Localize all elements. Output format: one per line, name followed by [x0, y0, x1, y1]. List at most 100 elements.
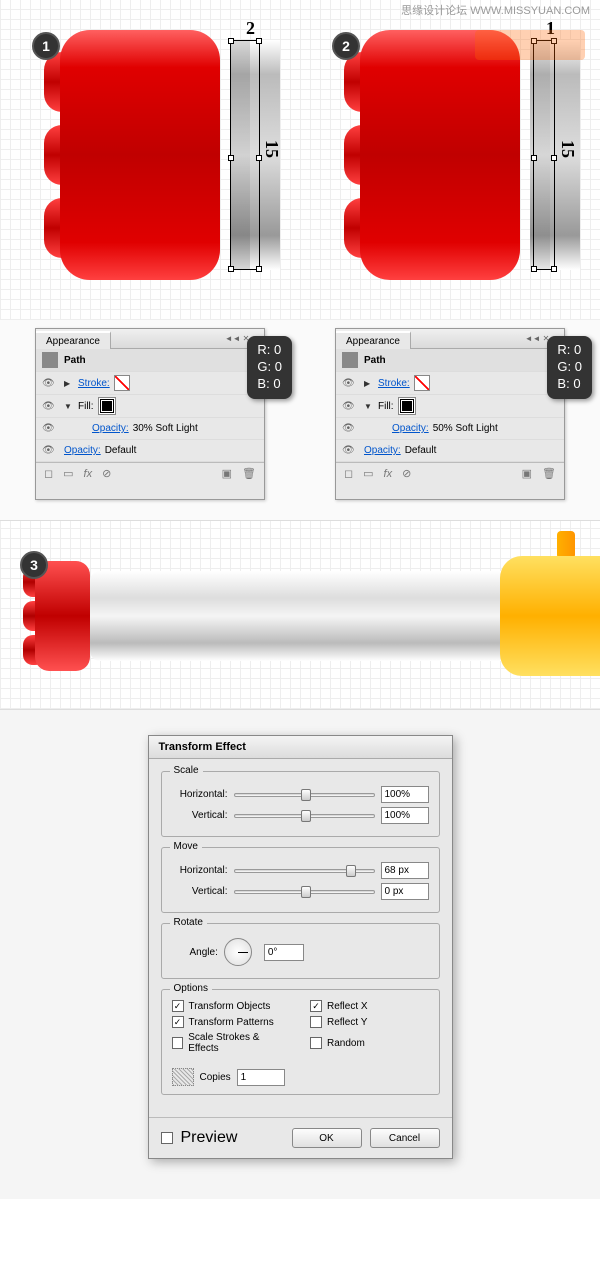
watermark-text: 思缘设计论坛 WWW.MISSYUAN.COM — [401, 2, 590, 18]
chk-scale-strokes[interactable] — [172, 1037, 184, 1049]
opacity-default: Default — [105, 445, 137, 456]
canvas-1: 1 2 15 — [0, 0, 300, 320]
rgb-tooltip-1: R: 0G: 0B: 0 — [247, 336, 292, 399]
angle-dial[interactable] — [224, 938, 252, 966]
path-label: Path — [64, 355, 86, 366]
rotate-fieldset: Rotate Angle: — [161, 923, 440, 979]
opacity-link[interactable]: Opacity: — [364, 445, 401, 456]
move-h-slider[interactable] — [234, 869, 375, 873]
step-badge-1: 1 — [32, 32, 60, 60]
opacity-default: Default — [405, 445, 437, 456]
shadow-band-1 — [230, 40, 250, 270]
visibility-toggle[interactable]: 👁 — [42, 378, 58, 389]
fill-swatch[interactable] — [399, 398, 415, 414]
visibility-toggle[interactable]: 👁 — [342, 378, 358, 389]
opacity-link[interactable]: Opacity: — [92, 423, 129, 434]
scale-legend: Scale — [170, 765, 203, 776]
chk-reflect-y[interactable] — [310, 1016, 322, 1028]
trash-icon[interactable]: 🗑 — [542, 467, 556, 480]
ok-button[interactable]: OK — [292, 1128, 362, 1148]
clear-icon[interactable]: ⊘ — [102, 467, 111, 480]
scale-h-slider[interactable] — [234, 793, 375, 797]
scale-h-label: Horizontal: — [172, 789, 228, 800]
path-swatch[interactable] — [342, 352, 358, 368]
watermark-logo — [475, 30, 585, 60]
canvas-3: 3 — [0, 520, 600, 710]
visibility-toggle[interactable]: 👁 — [342, 423, 358, 434]
chk-reflect-x[interactable]: ✓ — [310, 1000, 322, 1012]
move-h-input[interactable] — [381, 862, 429, 879]
yellow-cap — [500, 556, 600, 676]
layer-icon[interactable]: ▭ — [363, 467, 373, 480]
chk-preview[interactable] — [161, 1132, 173, 1144]
visibility-toggle[interactable]: 👁 — [342, 445, 358, 456]
chk-transform-objects[interactable]: ✓ — [172, 1000, 184, 1012]
move-h-label: Horizontal: — [172, 865, 228, 876]
visibility-toggle[interactable]: 👁 — [42, 401, 58, 412]
path-swatch[interactable] — [42, 352, 58, 368]
visibility-toggle[interactable]: 👁 — [42, 423, 58, 434]
fx-button[interactable]: fx — [84, 468, 93, 480]
no-selection-icon[interactable]: ◻ — [44, 467, 53, 480]
scale-v-input[interactable] — [381, 807, 429, 824]
opacity-link[interactable]: Opacity: — [392, 423, 429, 434]
stroke-swatch[interactable] — [114, 375, 130, 391]
cancel-button[interactable]: Cancel — [370, 1128, 440, 1148]
clear-icon[interactable]: ⊘ — [402, 467, 411, 480]
stroke-swatch[interactable] — [414, 375, 430, 391]
opacity-value-2: 50% Soft Light — [433, 423, 498, 434]
rgb-tooltip-2: R: 0G: 0B: 0 — [547, 336, 592, 399]
visibility-toggle[interactable]: 👁 — [342, 401, 358, 412]
panel-collapse-icon[interactable]: ◄◄ — [225, 334, 241, 343]
scale-v-slider[interactable] — [234, 814, 375, 818]
panel-collapse-icon[interactable]: ◄◄ — [525, 334, 541, 343]
move-v-slider[interactable] — [234, 890, 375, 894]
copies-input[interactable] — [237, 1069, 285, 1086]
opacity-link[interactable]: Opacity: — [64, 445, 101, 456]
scale-fieldset: Scale Horizontal: Vertical: — [161, 771, 440, 837]
scale-h-input[interactable] — [381, 786, 429, 803]
opacity-value-1: 30% Soft Light — [133, 423, 198, 434]
scale-v-label: Vertical: — [172, 810, 228, 821]
appearance-panel-1: Appearance ◄◄ ✕ ▾≡ Path 👁▶Stroke: 👁▼Fill… — [35, 328, 265, 500]
lbl-transform-objects: Transform Objects — [189, 1001, 271, 1012]
fill-swatch[interactable] — [99, 398, 115, 414]
dim-width-1: 2 — [246, 18, 255, 39]
expand-icon[interactable]: ▶ — [64, 379, 74, 388]
angle-input[interactable] — [264, 944, 304, 961]
copies-label: Copies — [200, 1072, 231, 1083]
lbl-scale-strokes: Scale Strokes & Effects — [188, 1032, 290, 1054]
rotate-legend: Rotate — [170, 917, 207, 928]
stroke-link[interactable]: Stroke: — [78, 378, 110, 389]
preview-label: Preview — [181, 1129, 238, 1147]
move-v-label: Vertical: — [172, 886, 228, 897]
stroke-link[interactable]: Stroke: — [378, 378, 410, 389]
chk-transform-patterns[interactable]: ✓ — [172, 1016, 184, 1028]
dialog-title: Transform Effect — [149, 736, 452, 759]
trash-icon[interactable]: 🗑 — [242, 467, 256, 480]
move-v-input[interactable] — [381, 883, 429, 900]
chk-random[interactable] — [310, 1037, 322, 1049]
new-icon[interactable]: ▣ — [222, 467, 232, 480]
step-badge-2: 2 — [332, 32, 360, 60]
new-icon[interactable]: ▣ — [522, 467, 532, 480]
lbl-reflect-y: Reflect Y — [327, 1017, 367, 1028]
dim-height-1: 15 — [261, 140, 282, 158]
fill-label: Fill: — [78, 401, 94, 412]
move-fieldset: Move Horizontal: Vertical: — [161, 847, 440, 913]
tab-appearance[interactable]: Appearance — [336, 331, 411, 349]
lbl-random: Random — [327, 1038, 365, 1049]
step-badge-3: 3 — [20, 551, 48, 579]
transform-effect-dialog: Transform Effect Scale Horizontal: Verti… — [148, 735, 453, 1159]
layer-icon[interactable]: ▭ — [63, 467, 73, 480]
collapse-icon[interactable]: ▼ — [364, 402, 374, 411]
visibility-toggle[interactable]: 👁 — [42, 445, 58, 456]
fx-button[interactable]: fx — [384, 468, 393, 480]
dim-height-2: 15 — [557, 140, 578, 158]
expand-icon[interactable]: ▶ — [364, 379, 374, 388]
collapse-icon[interactable]: ▼ — [64, 402, 74, 411]
shadow-band-2 — [530, 40, 550, 270]
red-cap-2 — [330, 30, 530, 280]
no-selection-icon[interactable]: ◻ — [344, 467, 353, 480]
tab-appearance[interactable]: Appearance — [36, 331, 111, 349]
